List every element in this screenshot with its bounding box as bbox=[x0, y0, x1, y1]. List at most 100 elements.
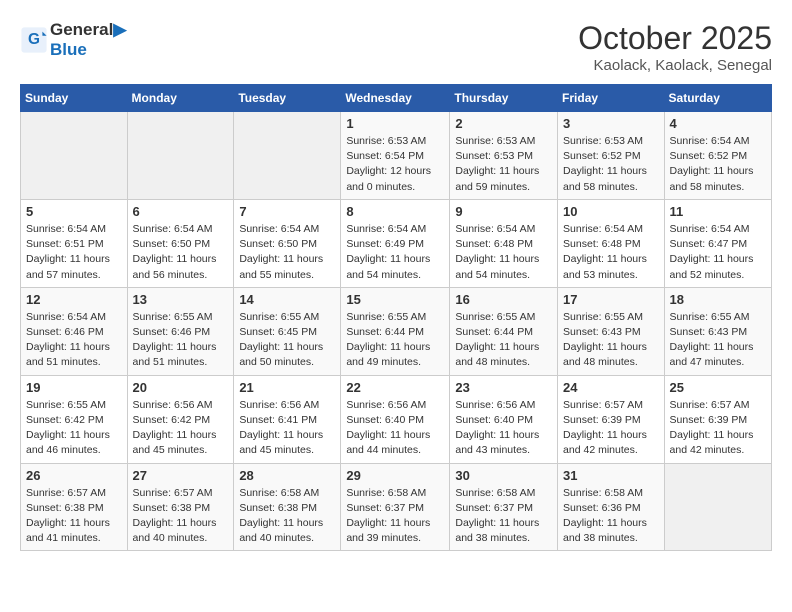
calendar-cell: 18 Sunrise: 6:55 AM Sunset: 6:43 PM Dayli… bbox=[664, 287, 771, 375]
day-number: 3 bbox=[563, 116, 659, 131]
calendar-week: 5 Sunrise: 6:54 AM Sunset: 6:51 PM Daylig… bbox=[21, 199, 772, 287]
day-number: 7 bbox=[239, 204, 335, 219]
calendar-cell bbox=[234, 112, 341, 200]
weekday-header: Wednesday bbox=[341, 85, 450, 112]
day-number: 15 bbox=[346, 292, 444, 307]
calendar-body: 1 Sunrise: 6:53 AM Sunset: 6:54 PM Daylig… bbox=[21, 112, 772, 551]
day-info: Sunrise: 6:56 AM Sunset: 6:42 PM Dayligh… bbox=[133, 398, 229, 459]
calendar-cell: 22Sunrise: 6:56 AM Sunset: 6:40 PM Dayli… bbox=[341, 375, 450, 463]
day-info: Sunrise: 6:58 AM Sunset: 6:37 PM Dayligh… bbox=[346, 486, 444, 547]
day-number: 27 bbox=[133, 468, 229, 483]
day-info: Sunrise: 6:54 AM Sunset: 6:48 PM Dayligh… bbox=[563, 222, 659, 283]
weekday-header: Sunday bbox=[21, 85, 128, 112]
day-number: 19 bbox=[26, 380, 122, 395]
day-info: Sunrise: 6:55 AM Sunset: 6:43 PM Dayligh… bbox=[670, 310, 766, 371]
title-block: October 2025 Kaolack, Kaolack, Senegal bbox=[578, 20, 772, 74]
day-number: 11 bbox=[670, 204, 766, 219]
day-number: 16 bbox=[455, 292, 552, 307]
day-number: 22 bbox=[346, 380, 444, 395]
day-info: Sunrise: 6:53 AM Sunset: 6:54 PM Dayligh… bbox=[346, 134, 444, 195]
day-info: Sunrise: 6:53 AM Sunset: 6:53 PM Dayligh… bbox=[455, 134, 552, 195]
calendar-cell: 6 Sunrise: 6:54 AM Sunset: 6:50 PM Daylig… bbox=[127, 199, 234, 287]
day-info: Sunrise: 6:54 AM Sunset: 6:47 PM Dayligh… bbox=[670, 222, 766, 283]
calendar-cell: 31Sunrise: 6:58 AM Sunset: 6:36 PM Dayli… bbox=[558, 463, 665, 551]
logo-icon: G bbox=[20, 26, 48, 54]
svg-text:G: G bbox=[28, 32, 40, 49]
calendar-week: 19 Sunrise: 6:55 AM Sunset: 6:42 PM Dayli… bbox=[21, 375, 772, 463]
day-number: 29 bbox=[346, 468, 444, 483]
calendar-cell: 1 Sunrise: 6:53 AM Sunset: 6:54 PM Daylig… bbox=[341, 112, 450, 200]
day-info: Sunrise: 6:54 AM Sunset: 6:52 PM Dayligh… bbox=[670, 134, 766, 195]
day-number: 6 bbox=[133, 204, 229, 219]
calendar-cell: 15 Sunrise: 6:55 AM Sunset: 6:44 PM Dayli… bbox=[341, 287, 450, 375]
day-number: 17 bbox=[563, 292, 659, 307]
day-info: Sunrise: 6:55 AM Sunset: 6:44 PM Dayligh… bbox=[455, 310, 552, 371]
day-number: 5 bbox=[26, 204, 122, 219]
calendar-week: 26 Sunrise: 6:57 AM Sunset: 6:38 PM Dayli… bbox=[21, 463, 772, 551]
calendar-week: 1 Sunrise: 6:53 AM Sunset: 6:54 PM Daylig… bbox=[21, 112, 772, 200]
day-info: Sunrise: 6:58 AM Sunset: 6:38 PM Dayligh… bbox=[239, 486, 335, 547]
calendar-cell bbox=[127, 112, 234, 200]
calendar-cell: 23 Sunrise: 6:56 AM Sunset: 6:40 PM Dayli… bbox=[450, 375, 558, 463]
day-number: 4 bbox=[670, 116, 766, 131]
calendar-cell: 7 Sunrise: 6:54 AM Sunset: 6:50 PM Daylig… bbox=[234, 199, 341, 287]
calendar-cell: 4 Sunrise: 6:54 AM Sunset: 6:52 PM Daylig… bbox=[664, 112, 771, 200]
day-number: 9 bbox=[455, 204, 552, 219]
logo: G General▶ Blue bbox=[20, 20, 126, 61]
day-info: Sunrise: 6:58 AM Sunset: 6:37 PM Dayligh… bbox=[455, 486, 552, 547]
day-info: Sunrise: 6:55 AM Sunset: 6:45 PM Dayligh… bbox=[239, 310, 335, 371]
day-info: Sunrise: 6:56 AM Sunset: 6:40 PM Dayligh… bbox=[455, 398, 552, 459]
day-number: 30 bbox=[455, 468, 552, 483]
day-number: 10 bbox=[563, 204, 659, 219]
day-number: 13 bbox=[133, 292, 229, 307]
day-number: 2 bbox=[455, 116, 552, 131]
day-info: Sunrise: 6:54 AM Sunset: 6:49 PM Dayligh… bbox=[346, 222, 444, 283]
page-header: G General▶ Blue October 2025 Kaolack, Ka… bbox=[20, 20, 772, 74]
day-number: 28 bbox=[239, 468, 335, 483]
day-info: Sunrise: 6:54 AM Sunset: 6:46 PM Dayligh… bbox=[26, 310, 122, 371]
day-info: Sunrise: 6:55 AM Sunset: 6:43 PM Dayligh… bbox=[563, 310, 659, 371]
day-info: Sunrise: 6:53 AM Sunset: 6:52 PM Dayligh… bbox=[563, 134, 659, 195]
calendar-cell: 27Sunrise: 6:57 AM Sunset: 6:38 PM Dayli… bbox=[127, 463, 234, 551]
calendar-cell bbox=[664, 463, 771, 551]
day-info: Sunrise: 6:57 AM Sunset: 6:39 PM Dayligh… bbox=[563, 398, 659, 459]
calendar-cell: 2 Sunrise: 6:53 AM Sunset: 6:53 PM Daylig… bbox=[450, 112, 558, 200]
calendar-cell: 25Sunrise: 6:57 AM Sunset: 6:39 PM Dayli… bbox=[664, 375, 771, 463]
day-number: 14 bbox=[239, 292, 335, 307]
weekday-header: Friday bbox=[558, 85, 665, 112]
calendar-cell: 19 Sunrise: 6:55 AM Sunset: 6:42 PM Dayli… bbox=[21, 375, 128, 463]
day-number: 18 bbox=[670, 292, 766, 307]
calendar-cell: 26 Sunrise: 6:57 AM Sunset: 6:38 PM Dayli… bbox=[21, 463, 128, 551]
calendar-cell: 16 Sunrise: 6:55 AM Sunset: 6:44 PM Dayli… bbox=[450, 287, 558, 375]
calendar-cell: 14 Sunrise: 6:55 AM Sunset: 6:45 PM Dayli… bbox=[234, 287, 341, 375]
day-number: 23 bbox=[455, 380, 552, 395]
day-info: Sunrise: 6:54 AM Sunset: 6:48 PM Dayligh… bbox=[455, 222, 552, 283]
calendar-header: SundayMondayTuesdayWednesdayThursdayFrid… bbox=[21, 85, 772, 112]
calendar-cell: 21Sunrise: 6:56 AM Sunset: 6:41 PM Dayli… bbox=[234, 375, 341, 463]
day-number: 20 bbox=[133, 380, 229, 395]
calendar-cell: 10 Sunrise: 6:54 AM Sunset: 6:48 PM Dayli… bbox=[558, 199, 665, 287]
day-info: Sunrise: 6:57 AM Sunset: 6:38 PM Dayligh… bbox=[26, 486, 122, 547]
day-info: Sunrise: 6:55 AM Sunset: 6:42 PM Dayligh… bbox=[26, 398, 122, 459]
day-info: Sunrise: 6:54 AM Sunset: 6:50 PM Dayligh… bbox=[133, 222, 229, 283]
weekday-header: Monday bbox=[127, 85, 234, 112]
day-info: Sunrise: 6:54 AM Sunset: 6:50 PM Dayligh… bbox=[239, 222, 335, 283]
calendar-cell: 12 Sunrise: 6:54 AM Sunset: 6:46 PM Dayli… bbox=[21, 287, 128, 375]
calendar-cell: 17 Sunrise: 6:55 AM Sunset: 6:43 PM Dayli… bbox=[558, 287, 665, 375]
day-number: 31 bbox=[563, 468, 659, 483]
day-number: 12 bbox=[26, 292, 122, 307]
day-number: 1 bbox=[346, 116, 444, 131]
calendar-cell: 28 Sunrise: 6:58 AM Sunset: 6:38 PM Dayli… bbox=[234, 463, 341, 551]
calendar-cell: 20 Sunrise: 6:56 AM Sunset: 6:42 PM Dayli… bbox=[127, 375, 234, 463]
day-info: Sunrise: 6:55 AM Sunset: 6:46 PM Dayligh… bbox=[133, 310, 229, 371]
calendar-cell: 3 Sunrise: 6:53 AM Sunset: 6:52 PM Daylig… bbox=[558, 112, 665, 200]
calendar-cell bbox=[21, 112, 128, 200]
weekday-header: Tuesday bbox=[234, 85, 341, 112]
day-number: 26 bbox=[26, 468, 122, 483]
day-info: Sunrise: 6:55 AM Sunset: 6:44 PM Dayligh… bbox=[346, 310, 444, 371]
calendar-table: SundayMondayTuesdayWednesdayThursdayFrid… bbox=[20, 84, 772, 551]
day-number: 25 bbox=[670, 380, 766, 395]
calendar-cell: 13 Sunrise: 6:55 AM Sunset: 6:46 PM Dayli… bbox=[127, 287, 234, 375]
day-number: 24 bbox=[563, 380, 659, 395]
day-info: Sunrise: 6:54 AM Sunset: 6:51 PM Dayligh… bbox=[26, 222, 122, 283]
